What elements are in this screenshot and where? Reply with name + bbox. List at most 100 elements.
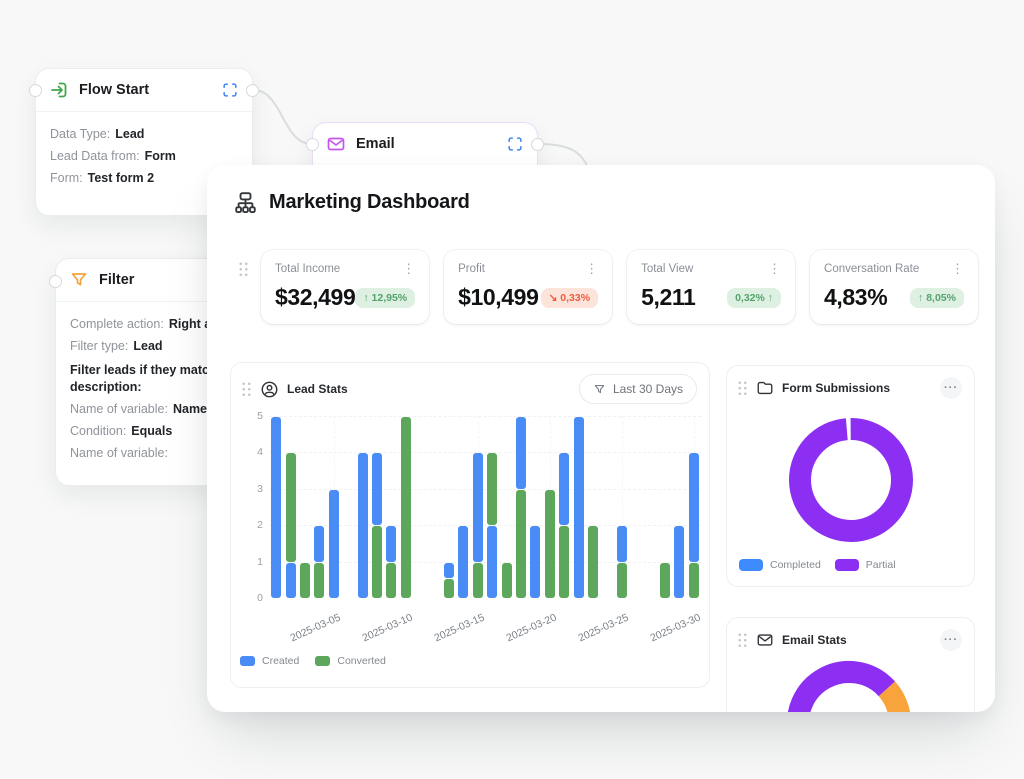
bar-stack[interactable] [458,526,468,598]
kebab-menu-icon[interactable]: ⋮ [768,262,781,275]
page-title: Marketing Dashboard [269,191,470,214]
bar-segment-created [372,453,382,525]
stat-label: Total Income [275,263,340,275]
bar-segment-created [674,526,684,598]
flow-field-value: Lead [133,339,162,353]
stat-card[interactable]: Profit ⋮ $10,499↘ 0,33% [444,250,612,324]
expand-icon[interactable] [221,81,239,99]
dashboard-header: Marketing Dashboard [233,190,470,215]
bar-segment-created [473,453,483,561]
stat-card-bottom: 5,211 0,32% ↑ [641,284,781,311]
legend-label: Created [262,655,299,667]
connector-port[interactable] [49,275,62,288]
bar-stack[interactable] [358,453,368,598]
x-axis-label: 2025-03-20 [489,612,558,651]
x-axis-label: 2025-03-05 [273,612,342,651]
kebab-menu-icon[interactable]: ⋮ [951,262,964,275]
email-stats-card: Email Stats ··· [726,617,975,712]
flow-canvas: Flow Start Data Type:LeadLead Data from:… [0,0,1024,779]
bar-segment-converted [372,526,382,598]
stat-card-bottom: $10,499↘ 0,33% [458,284,598,311]
connector-port[interactable] [306,138,319,151]
kebab-menu-icon[interactable]: ⋮ [402,262,415,275]
bar-segment-converted [444,579,454,598]
bar-segment-converted [689,563,699,598]
legend-label: Partial [866,559,896,571]
bar-stack[interactable] [444,563,454,598]
bar-segment-converted [473,563,483,598]
stat-card-top: Conversation Rate⋮ [824,262,964,275]
bar-stack[interactable] [401,417,411,598]
stat-card[interactable]: Total Income⋮$32,499↑ 12,95% [261,250,429,324]
bar-stack[interactable] [660,563,670,598]
stat-label: Profit [458,263,485,275]
stat-card[interactable]: Conversation Rate⋮ 4,83%↑ 8,05% [810,250,978,324]
bar-stack[interactable] [530,526,540,598]
bar-segment-created [559,453,569,525]
stat-value: 5,211 [641,284,695,311]
kebab-menu-icon[interactable]: ⋮ [585,262,598,275]
filter-note: Filter leads if they match description: [70,362,230,396]
bar-segment-created [358,453,368,598]
legend-item: Converted [315,655,385,667]
date-range-button[interactable]: Last 30 Days [579,374,697,404]
bar-stack[interactable] [300,563,310,598]
stat-card[interactable]: Total View⋮5,2110,32% ↑ [627,250,795,324]
flow-field: Lead Data from:Form [50,148,238,165]
folder-icon [756,379,774,397]
connector-port[interactable] [531,138,544,151]
bar-stack[interactable] [574,417,584,598]
form-submissions-header: Form Submissions ··· [727,366,974,405]
bar-stack[interactable] [545,490,555,598]
bar-segment-created [444,563,454,578]
bar-stack[interactable] [329,490,339,598]
x-axis-label: 2025-03-25 [561,612,630,651]
bar-segment-created [386,526,396,561]
bar-stack[interactable] [271,417,281,598]
connector-port[interactable] [246,84,259,97]
flow-field-value: Test form 2 [88,171,154,185]
lead-stats-icon [260,380,279,399]
stat-card-bottom: 4,83%↑ 8,05% [824,284,964,311]
bar-segment-converted [545,490,555,598]
legend-item: Completed [739,559,821,571]
bar-stack[interactable] [473,453,483,598]
legend-item: Created [240,655,299,667]
lead-stats-card: Lead Stats Last 30 Days 012345 2025-03-0… [230,362,710,688]
flow-field-value: Right a [169,317,211,331]
donut-arc [887,689,900,712]
bar-stack[interactable] [502,563,512,598]
bar-stack[interactable] [314,526,324,598]
bar-stack[interactable] [286,453,296,598]
bar-stack[interactable] [487,453,497,598]
bar-segment-created [516,417,526,489]
stats-row: Total Income⋮$32,499↑ 12,95%Profit⋮$10,4… [261,250,978,324]
bar-segment-created [458,526,468,598]
flow-field-value: Form [145,149,176,163]
drag-handle[interactable] [241,381,252,398]
bar-stack[interactable] [516,417,526,598]
bar-stack[interactable] [559,453,569,598]
trend-badge: 0,32% ↑ [727,288,781,308]
bar-stack[interactable] [588,526,598,598]
bar-stack[interactable] [386,526,396,598]
envelope-icon [326,134,346,154]
more-menu-button[interactable]: ··· [940,377,962,399]
connector-port[interactable] [29,84,42,97]
drag-handle[interactable] [238,261,249,278]
bar-segment-converted [300,563,310,598]
bar-segment-converted [502,563,512,598]
bar-segment-created [617,526,627,561]
legend-label: Converted [337,655,385,667]
drag-handle[interactable] [737,380,748,397]
bar-stack[interactable] [617,526,627,598]
bar-stack[interactable] [674,526,684,598]
stat-value: $10,499 [458,284,538,311]
x-axis-label: 2025-03-10 [345,612,414,651]
form-submissions-title: Form Submissions [782,381,890,395]
expand-icon[interactable] [506,135,524,153]
flow-field: Data Type:Lead [50,126,238,143]
bar-segment-converted [314,563,324,598]
bar-stack[interactable] [372,453,382,598]
bar-stack[interactable] [689,453,699,598]
